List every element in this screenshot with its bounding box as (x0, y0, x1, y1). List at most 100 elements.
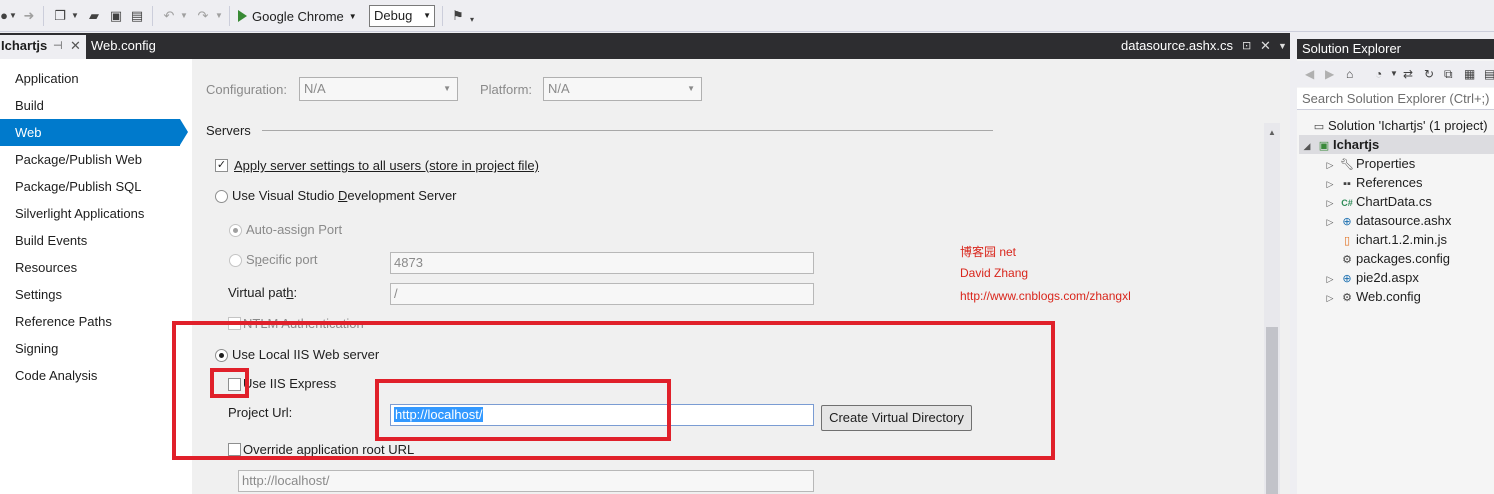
tree-item-chartdata-cs[interactable]: ▷ C# ChartData.cs (1322, 192, 1432, 211)
collapse-all-icon[interactable]: ⧉ (1444, 66, 1453, 82)
watermark-line-3: http://www.cnblogs.com/zhangxl (960, 289, 1131, 303)
vs-dev-server-radio[interactable] (215, 190, 228, 203)
pin-icon[interactable]: ⊣ (53, 35, 63, 57)
nav-item-package-publish-web[interactable]: Package/Publish Web (0, 146, 186, 173)
override-root-url-input[interactable]: http://localhost/ (238, 470, 814, 492)
ntlm-auth-checkbox[interactable] (228, 317, 241, 330)
tree-label: datasource.ashx (1356, 213, 1452, 228)
auto-assign-port-radio[interactable] (229, 224, 242, 237)
nav-item-web[interactable]: Web (0, 119, 188, 146)
scrollbar-thumb[interactable] (1266, 327, 1278, 494)
tree-label: Properties (1356, 156, 1416, 171)
sync-icon[interactable]: ⇄ (1403, 66, 1413, 82)
nav-item-build[interactable]: Build (0, 92, 186, 119)
label-part: S (246, 252, 255, 267)
nav-item-reference-paths[interactable]: Reference Paths (0, 308, 186, 335)
use-iis-express-checkbox[interactable] (228, 378, 241, 391)
nav-item-application[interactable]: Application (0, 65, 186, 92)
platform-label: Platform: (480, 82, 533, 97)
tab-web-config[interactable]: Web.config (91, 35, 171, 59)
undo-dropdown-icon[interactable]: ▼ (180, 8, 188, 24)
project-url-selected-text: http://localhost/ (394, 407, 484, 422)
nav-item-package-publish-sql[interactable]: Package/Publish SQL (0, 173, 186, 200)
tree-solution-node[interactable]: ▭ Solution 'Ichartjs' (1 project) (1310, 116, 1488, 135)
show-all-files-icon[interactable]: ▦ (1464, 66, 1475, 82)
tree-item-pie2d-aspx[interactable]: ▷ ⊕ pie2d.aspx (1322, 268, 1419, 287)
specific-port-label: Specific port (246, 252, 318, 267)
tree-label: ichart.1.2.min.js (1356, 232, 1448, 247)
virtual-path-input[interactable]: / (390, 283, 814, 305)
forward-icon[interactable]: ▶ (1325, 66, 1334, 82)
close-icon[interactable]: ✕ (70, 35, 81, 57)
tree-item-references[interactable]: ▷ ▪▪ References (1322, 173, 1423, 192)
find-in-files-icon[interactable]: ⚑ (450, 8, 466, 24)
scroll-up-icon[interactable]: ▲ (1264, 126, 1280, 140)
platform-select[interactable]: N/A ▼ (543, 77, 702, 101)
chevron-down-icon[interactable]: ▼ (1390, 66, 1398, 82)
collapsed-triangle-icon[interactable]: ▷ (1322, 289, 1338, 308)
apply-settings-label: Apply server settings to all users (stor… (234, 158, 539, 173)
chevron-down-icon: ▼ (443, 84, 451, 93)
create-virtual-directory-button[interactable]: Create Virtual Directory (821, 405, 972, 431)
home-icon[interactable]: ⌂ (1346, 66, 1353, 82)
specific-port-radio[interactable] (229, 254, 242, 267)
specific-port-input[interactable]: 4873 (390, 252, 814, 274)
label-accelerator: D (338, 188, 348, 203)
expanded-triangle-icon[interactable]: ◢ (1299, 137, 1315, 156)
nav-item-silverlight-applications[interactable]: Silverlight Applications (0, 200, 186, 227)
refresh-icon[interactable]: ↻ (1424, 66, 1434, 82)
tab-label: Ichartjs (1, 38, 48, 53)
pending-changes-filter-icon[interactable]: ◔ (1375, 66, 1382, 82)
properties-icon[interactable]: ▤ (1484, 66, 1494, 82)
tree-item-web-config[interactable]: ▷ ⚙ Web.config (1322, 287, 1421, 306)
override-root-url-checkbox[interactable] (228, 443, 241, 456)
back-icon[interactable]: ◀ (1305, 66, 1314, 82)
chevron-down-icon: ▼ (423, 11, 431, 20)
solution-explorer-title: Solution Explorer (1297, 39, 1494, 59)
nav-item-build-events[interactable]: Build Events (0, 227, 186, 254)
tree-item-ichart-js[interactable]: ▯ ichart.1.2.min.js (1322, 230, 1447, 249)
preview-pin-icon[interactable]: ⊡ (1242, 35, 1251, 57)
web-properties-page (192, 59, 1290, 494)
project-url-label: Project Url: (228, 405, 293, 420)
open-file-icon[interactable]: ▰ (86, 8, 102, 24)
run-target-dropdown-icon[interactable]: ▼ (349, 12, 357, 21)
save-icon[interactable]: ▣ (108, 8, 124, 24)
new-project-dropdown-icon[interactable]: ▼ (71, 8, 79, 24)
close-icon[interactable]: ✕ (1260, 35, 1271, 57)
tree-item-properties[interactable]: ▷ 🔧︎ Properties (1322, 154, 1416, 173)
new-project-icon[interactable]: ❐ (52, 8, 68, 24)
tree-label: packages.config (1356, 251, 1450, 266)
tree-label: pie2d.aspx (1356, 270, 1419, 285)
nav-item-signing[interactable]: Signing (0, 335, 186, 362)
local-iis-radio[interactable] (215, 349, 228, 362)
solution-configuration-select[interactable]: Debug ▼ (369, 5, 435, 27)
redo-icon[interactable]: ↷ (195, 8, 211, 24)
tab-ichartjs[interactable]: Ichartjs ⊣ ✕ (0, 35, 86, 59)
virtual-path-label: Virtual path: (228, 285, 297, 300)
tree-project-node[interactable]: ◢ ▣ Ichartjs (1299, 135, 1494, 154)
toolbar-overflow-icon[interactable]: ▾ (470, 12, 474, 28)
redo-dropdown-icon[interactable]: ▼ (215, 8, 223, 24)
solution-explorer-search[interactable]: Search Solution Explorer (Ctrl+;) (1297, 88, 1494, 110)
label-part: Use Visual Studio (232, 188, 338, 203)
use-iis-express-label: Use IIS Express (243, 376, 337, 391)
tree-item-packages-config[interactable]: ⚙ packages.config (1322, 249, 1450, 268)
navigate-forward-icon[interactable]: ➜ (21, 8, 37, 24)
label-part: Virtual pat (228, 285, 287, 300)
nav-item-resources[interactable]: Resources (0, 254, 186, 281)
save-all-icon[interactable]: ▤ (129, 8, 145, 24)
start-debugging-button[interactable]: Google Chrome ▼ (238, 6, 357, 26)
navigate-back-dropdown-icon[interactable]: ▼ (9, 8, 17, 24)
solution-explorer-toolbar: ◀ ▶ ⌂ ◔ ▼ ⇄ ↻ ⧉ ▦ ▤ (1297, 61, 1494, 87)
nav-item-settings[interactable]: Settings (0, 281, 186, 308)
configuration-select[interactable]: N/A ▼ (299, 77, 458, 101)
apply-settings-checkbox[interactable]: ✓ (215, 159, 228, 172)
project-url-input[interactable]: http://localhost/ (390, 404, 814, 426)
chevron-down-icon[interactable]: ▼ (1278, 35, 1287, 57)
nav-item-code-analysis[interactable]: Code Analysis (0, 362, 186, 389)
tab-datasource-ashx-cs[interactable]: datasource.ashx.cs ⊡ ✕ ▼ (1121, 35, 1287, 59)
label-part: ecific port (261, 252, 318, 267)
tree-item-datasource-ashx[interactable]: ▷ ⊕ datasource.ashx (1322, 211, 1452, 230)
undo-icon[interactable]: ↶ (161, 8, 177, 24)
